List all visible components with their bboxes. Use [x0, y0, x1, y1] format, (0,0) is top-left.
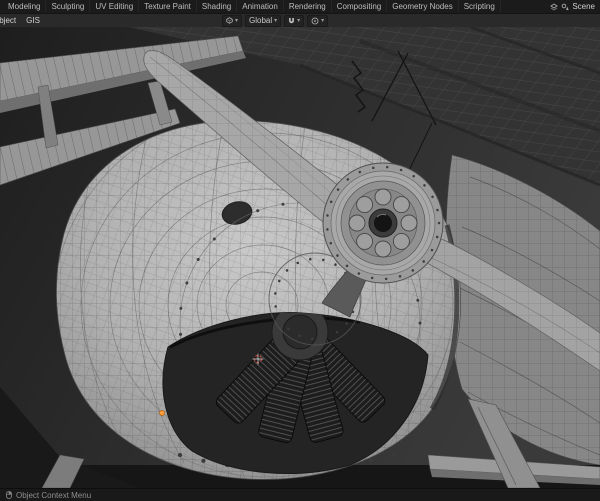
view-layer-icon: [550, 2, 559, 11]
tab-animation[interactable]: Animation: [237, 1, 284, 12]
statusbar: Object Context Menu: [0, 488, 600, 501]
topbar: Modeling Sculpting UV Editing Texture Pa…: [0, 0, 600, 13]
mode-dropdown[interactable]: ▾: [222, 14, 243, 27]
tab-rendering[interactable]: Rendering: [284, 1, 332, 12]
object-menu[interactable]: Object: [0, 16, 21, 25]
3d-viewport[interactable]: [0, 27, 600, 488]
transform-orientation-dropdown[interactable]: Global ▾: [245, 14, 282, 27]
viewport-canvas: [0, 27, 600, 488]
cube-mode-icon: [226, 17, 233, 24]
object-origin[interactable]: [159, 410, 165, 416]
mouse-right-click-icon: [6, 491, 12, 499]
viewport-header: Object GIS ▾ Global ▾ ▾ ▾: [0, 13, 600, 27]
proportional-editing-icon: [311, 17, 319, 24]
snap-magnet-icon: [289, 17, 295, 23]
spinner-hub: [322, 162, 444, 284]
chevron-down-icon: ▾: [321, 17, 325, 24]
tab-geometry-nodes[interactable]: Geometry Nodes: [387, 1, 459, 12]
snap-toggle[interactable]: ▾: [284, 14, 305, 27]
gis-menu[interactable]: GIS: [21, 16, 45, 25]
tab-uv-editing[interactable]: UV Editing: [90, 1, 140, 12]
header-tool-cluster: ▾ Global ▾ ▾ ▾: [222, 14, 329, 27]
proportional-editing-toggle[interactable]: ▾: [307, 14, 329, 27]
context-menu-hint: Object Context Menu: [16, 490, 92, 500]
tab-scripting[interactable]: Scripting: [459, 1, 501, 12]
tab-compositing[interactable]: Compositing: [332, 1, 388, 12]
orientation-label: Global: [249, 16, 273, 25]
chevron-down-icon: ▾: [274, 17, 278, 24]
scene-icon: [562, 3, 569, 10]
tab-shading[interactable]: Shading: [197, 1, 238, 12]
chevron-down-icon: ▾: [235, 17, 239, 24]
tab-modeling[interactable]: Modeling: [3, 1, 47, 12]
chevron-down-icon: ▾: [297, 17, 301, 24]
tab-texture-paint[interactable]: Texture Paint: [139, 1, 197, 12]
scene-selector[interactable]: Scene: [572, 2, 595, 11]
tab-sculpting[interactable]: Sculpting: [46, 1, 91, 12]
